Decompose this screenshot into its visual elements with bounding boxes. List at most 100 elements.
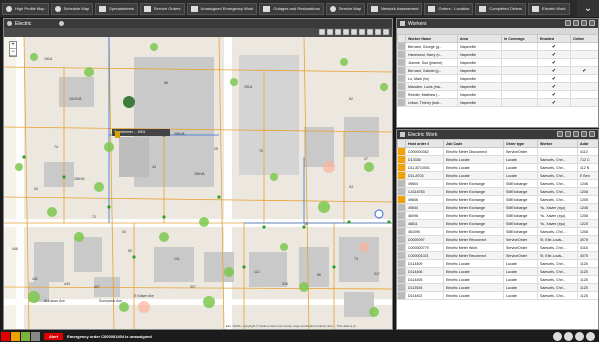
table-row[interactable]: 461090 Electric Meter Exchange SMExchange S… <box>397 227 598 236</box>
print-icon[interactable] <box>367 29 373 35</box>
electric-cell-addr: 4110 <box>577 147 598 156</box>
workers-col-header[interactable]: Area <box>457 34 502 43</box>
table-row[interactable]: D0000097 Electric Meter Reconnect ServiceO… <box>397 235 598 244</box>
table-row[interactable]: D114406 Electric Locate Locate Samuels, Chr… <box>397 267 598 276</box>
close-icon[interactable] <box>589 20 595 26</box>
workers-col-header[interactable]: Enabled <box>537 34 571 43</box>
table-row[interactable]: Bernard, George (g... Naperville ✔ <box>397 42 598 51</box>
top-tab-0[interactable]: High Profile Map <box>2 2 49 15</box>
table-row[interactable]: 49604 Electric Meter Exchange SMExchange Sa… <box>397 179 598 188</box>
alert-message[interactable]: Emergency order C000001404 is unassigned <box>67 334 152 339</box>
map-popup[interactable]: Transformer ... 6001 <box>112 129 170 136</box>
table-row[interactable]: Marsden, Louis (ma... Naperville ✔ <box>397 82 598 91</box>
workers-cell-cov <box>501 66 538 75</box>
expand-icon[interactable] <box>581 131 587 137</box>
table-row[interactable]: D11-8703 Electric Locate Locate Samuels, Ch… <box>397 171 598 180</box>
table-row[interactable]: D113926 Electric Locate Locate Samuels, Chr… <box>397 283 598 292</box>
table-row[interactable]: Jeanne, Sue (jeanne) Naperville ✔ <box>397 58 598 67</box>
workers-cell-area: Naperville <box>457 58 502 67</box>
info-icon[interactable] <box>59 21 65 26</box>
top-tab-5[interactable]: Outages and Restorations <box>259 2 324 15</box>
electric-col-header[interactable] <box>397 139 406 148</box>
table-row[interactable]: C000001021 Electric Meter Reconnect Servic… <box>397 251 598 260</box>
electric-col-header[interactable]: Worker <box>537 139 578 148</box>
electric-cell-addr: 3075 <box>577 235 598 244</box>
window-icon <box>190 5 198 12</box>
top-tab-6[interactable]: Service Map <box>325 2 366 15</box>
electric-cell-addr: 1125 <box>577 291 598 300</box>
top-tab-3[interactable]: Service Orders <box>139 2 185 15</box>
zoom-out-button[interactable]: − <box>10 49 16 56</box>
table-row[interactable]: D13336 Electric Locate Locate Samuels, Chri… <box>397 155 598 164</box>
workers-header: Workers <box>397 19 598 28</box>
workers-cell-area: Naperville <box>457 66 502 75</box>
layers-icon[interactable] <box>335 29 341 35</box>
table-row[interactable]: D114405 Electric Locate Locate Samuels, Chr… <box>397 275 598 284</box>
gear-icon[interactable] <box>359 29 365 35</box>
top-tab-10[interactable]: Electric Work <box>528 2 570 15</box>
workers-col-header[interactable]: Online <box>570 34 598 43</box>
close-icon[interactable] <box>383 29 389 35</box>
print-icon[interactable] <box>565 20 571 26</box>
workers-cell-enabled: ✔ <box>537 82 571 91</box>
expand-icon[interactable] <box>375 29 381 35</box>
top-tab-4[interactable]: Unassigned Emergency Work <box>186 2 258 15</box>
close-icon[interactable] <box>589 131 595 137</box>
table-row[interactable]: Hammond, Harry (h... Naperville ✔ <box>397 50 598 59</box>
table-row[interactable]: 46096 Electric Meter Exchange SMExchange Yu… <box>397 211 598 220</box>
status-red-button[interactable] <box>1 332 10 341</box>
map-canvas[interactable]: Transformer ... 6001 + − 151A 25KVA 25KVA 1… <box>4 37 392 329</box>
electric-col-header[interactable]: Job Code <box>443 139 504 148</box>
workers-col-header[interactable]: Worker Name <box>405 34 458 43</box>
table-row[interactable]: Lo, Mark (lm) Naperville ✔ <box>397 74 598 83</box>
refresh-icon[interactable] <box>565 131 571 137</box>
help-icon[interactable] <box>564 332 573 341</box>
electric-col-header[interactable]: Addr <box>577 139 598 148</box>
table-row[interactable]: Reeder, Matthew (... Naperville ✔ <box>397 90 598 99</box>
filter-icon[interactable] <box>343 29 349 35</box>
table-row[interactable]: 46811 Electric Meter Exchange SMExchange Yu… <box>397 219 598 228</box>
select-tool-icon[interactable] <box>319 29 325 35</box>
workers-col-header[interactable]: In Coverage <box>501 34 538 43</box>
alert-badge[interactable]: Alert <box>44 333 64 340</box>
zoom-in-button[interactable]: + <box>10 42 16 49</box>
refresh-icon[interactable] <box>351 29 357 35</box>
top-tab-2[interactable]: Spreadsheets <box>95 2 138 15</box>
electric-cell-id: C000001021 <box>405 251 444 260</box>
map-label: 25 <box>214 147 218 151</box>
expand-icon[interactable] <box>581 20 587 26</box>
table-row[interactable]: Bernard, Gabriel (g... Naperville ✔ ✔ <box>397 66 598 75</box>
table-row[interactable]: Urban, Thierry (turb... Naperville ✔ <box>397 98 598 107</box>
electric-col-header[interactable]: Order type <box>503 139 538 148</box>
electric-cell-type: Locate <box>503 163 538 172</box>
user-icon[interactable] <box>575 332 584 341</box>
logout-icon[interactable] <box>586 332 595 341</box>
status-green-button[interactable] <box>21 332 30 341</box>
top-tab-label: Orders - Location <box>438 6 470 11</box>
table-row[interactable]: C000000362 Electric Meter Disconnect Servi… <box>397 147 598 156</box>
top-tab-9[interactable]: Completed Orders <box>475 2 527 15</box>
workers-table: Worker Name Area In Coverage Enabled Online … <box>397 34 598 107</box>
table-row[interactable]: 49844 Electric Meter Exchange SMExchange Yu… <box>397 203 598 212</box>
table-row[interactable]: D11-B710001 Electric Locate Locate Samuels,… <box>397 163 598 172</box>
top-tab-8[interactable]: Orders - Location <box>424 2 474 15</box>
filter-icon[interactable] <box>573 20 579 26</box>
filter-icon[interactable] <box>573 131 579 137</box>
table-row[interactable]: D114402 Electric Locate Locate Samuels, Chr… <box>397 291 598 300</box>
settings-icon[interactable] <box>553 332 562 341</box>
chevron-down-icon[interactable]: ⌄ <box>577 0 599 17</box>
map-label: E Kaiser Ave <box>134 294 154 298</box>
table-row[interactable]: C4316783 Electric Meter Exchange SMExchang… <box>397 187 598 196</box>
table-row[interactable]: C000000779 Electric Meter Work ServiceOrde… <box>397 243 598 252</box>
print-icon[interactable] <box>557 131 563 137</box>
top-tab-7[interactable]: Network Assessment <box>367 2 423 15</box>
table-row[interactable]: 49846 Electric Meter Exchange SMExchange Sa… <box>397 195 598 204</box>
status-gray-button[interactable] <box>31 332 40 341</box>
workers-col-header[interactable] <box>397 34 406 43</box>
measure-tool-icon[interactable] <box>327 29 333 35</box>
table-row[interactable]: D114409 Electric Locate Locate Samuels, Chr… <box>397 259 598 268</box>
status-orange-button[interactable] <box>11 332 20 341</box>
top-tab-1[interactable]: Schedule Map <box>50 2 94 15</box>
map-label: 70 <box>259 149 263 153</box>
electric-col-header[interactable]: Host order # <box>405 139 444 148</box>
